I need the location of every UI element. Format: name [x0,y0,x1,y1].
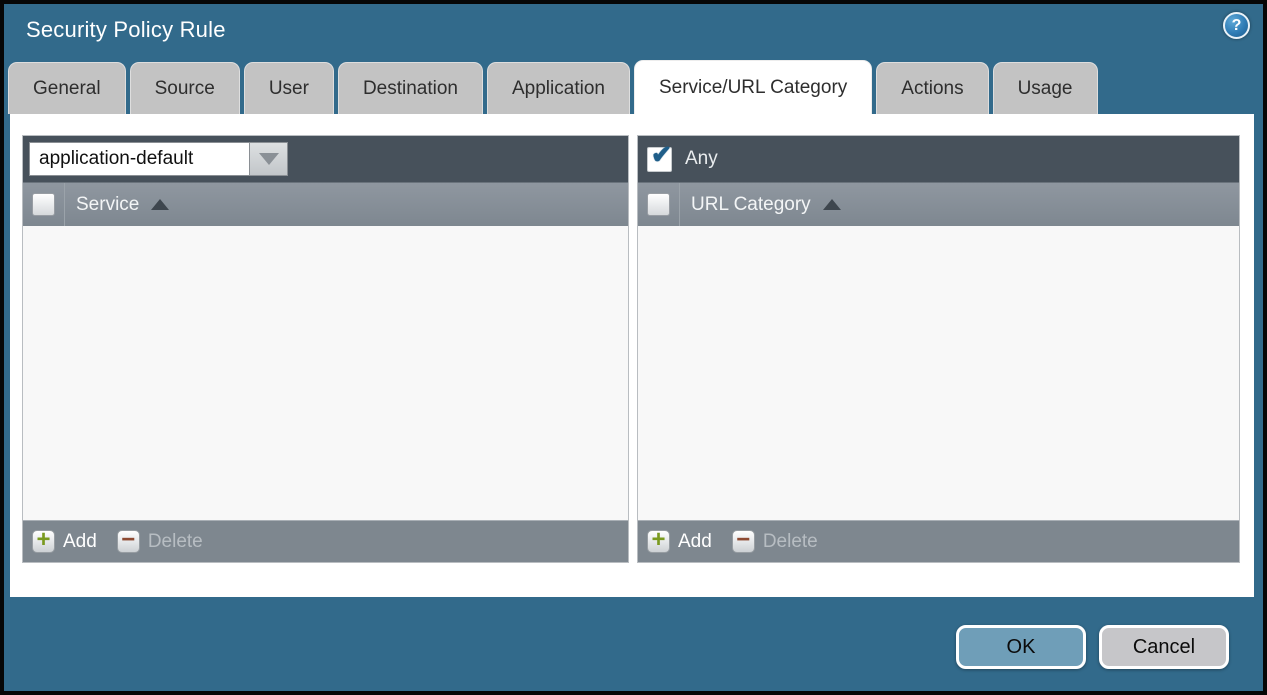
minus-icon: − [117,530,140,553]
url-category-list[interactable] [638,226,1239,520]
add-button-label: Add [63,531,97,553]
tab-usage[interactable]: Usage [993,62,1098,114]
help-icon[interactable]: ? [1223,12,1250,39]
tab-service-url-category[interactable]: Service/URL Category [634,60,872,114]
service-toolbar: application-default [23,136,628,182]
service-delete-button[interactable]: − Delete [117,530,203,553]
any-label: Any [685,148,718,170]
header-divider [64,183,65,226]
service-footer: + Add − Delete [23,520,628,562]
sort-ascending-icon[interactable] [151,199,169,210]
url-category-add-button[interactable]: + Add [647,530,712,553]
tab-content: application-default Service + Add [10,114,1254,597]
service-type-dropdown[interactable]: application-default [29,142,288,176]
minus-icon: − [732,530,755,553]
service-table-header: Service [23,182,628,226]
url-category-table-header: URL Category [638,182,1239,226]
dropdown-arrow-button[interactable] [250,142,288,176]
sort-ascending-icon[interactable] [823,199,841,210]
chevron-down-icon [259,153,279,165]
check-icon: ✔ [651,143,672,168]
header-divider [679,183,680,226]
service-add-button[interactable]: + Add [32,530,97,553]
tab-general[interactable]: General [8,62,126,114]
any-checkbox[interactable]: ✔ [647,147,672,172]
dialog-title: Security Policy Rule [26,17,226,43]
tab-application[interactable]: Application [487,62,630,114]
delete-button-label: Delete [763,531,818,553]
url-category-footer: + Add − Delete [638,520,1239,562]
url-category-column-header[interactable]: URL Category [691,194,811,216]
ok-button[interactable]: OK [956,625,1086,669]
add-button-label: Add [678,531,712,553]
tab-source[interactable]: Source [130,62,240,114]
security-policy-rule-dialog: Security Policy Rule ? General Source Us… [0,0,1267,695]
delete-button-label: Delete [148,531,203,553]
service-panel: application-default Service + Add [22,135,629,563]
url-category-select-all-checkbox[interactable] [647,193,670,216]
tab-bar: General Source User Destination Applicat… [8,62,1259,114]
plus-icon: + [647,530,670,553]
tab-destination[interactable]: Destination [338,62,483,114]
service-list[interactable] [23,226,628,520]
tab-actions[interactable]: Actions [876,62,988,114]
tab-user[interactable]: User [244,62,334,114]
url-category-delete-button[interactable]: − Delete [732,530,818,553]
cancel-button[interactable]: Cancel [1099,625,1229,669]
url-category-panel: ✔ Any URL Category + Add − Delete [637,135,1240,563]
url-category-toolbar: ✔ Any [638,136,1239,182]
service-column-header[interactable]: Service [76,194,139,216]
plus-icon: + [32,530,55,553]
service-type-value: application-default [29,142,250,176]
service-select-all-checkbox[interactable] [32,193,55,216]
